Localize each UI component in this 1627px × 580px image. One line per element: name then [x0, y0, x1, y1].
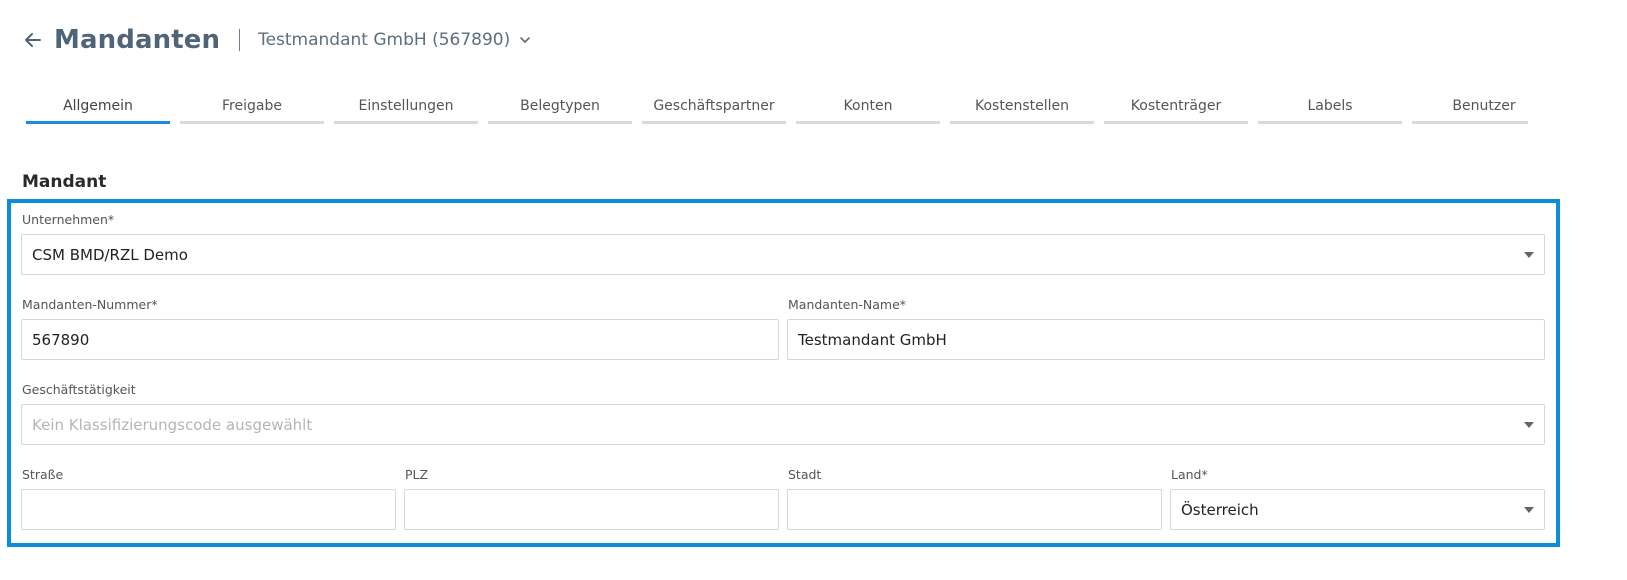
- arrow-left-icon[interactable]: [22, 29, 44, 51]
- caret-down-icon: [1524, 422, 1534, 428]
- tab-benutzer[interactable]: Benutzer: [1412, 96, 1528, 124]
- tab-kostentraeger[interactable]: Kostenträger: [1104, 96, 1248, 124]
- taetigkeit-placeholder: Kein Klassifizierungscode ausgewählt: [32, 415, 313, 434]
- tab-kostenstellen[interactable]: Kostenstellen: [950, 96, 1094, 124]
- plz-label: PLZ: [405, 467, 429, 482]
- tab-belegtypen[interactable]: Belegtypen: [488, 96, 632, 124]
- nummer-label: Mandanten-Nummer*: [22, 297, 158, 312]
- name-label: Mandanten-Name*: [788, 297, 907, 312]
- unternehmen-select[interactable]: CSM BMD/RZL Demo: [21, 234, 1545, 275]
- tab-bar: Allgemein Freigabe Einstellungen Belegty…: [26, 96, 1528, 124]
- section-title: Mandant: [22, 172, 107, 192]
- nummer-input[interactable]: 567890: [21, 319, 779, 360]
- strasse-label: Straße: [22, 467, 64, 482]
- taetigkeit-label: Geschäftstätigkeit: [22, 382, 136, 397]
- name-input[interactable]: Testmandant GmbH: [787, 319, 1545, 360]
- page-header: Mandanten Testmandant GmbH (567890): [22, 22, 531, 58]
- title-divider: [239, 29, 241, 51]
- plz-input[interactable]: [404, 489, 779, 530]
- unternehmen-label: Unternehmen*: [22, 212, 115, 227]
- tab-konten[interactable]: Konten: [796, 96, 940, 124]
- tab-geschaeftspartner[interactable]: Geschäftspartner: [642, 96, 786, 124]
- page: Mandanten Testmandant GmbH (567890) Allg…: [0, 0, 1627, 580]
- name-value: Testmandant GmbH: [798, 330, 947, 349]
- land-select[interactable]: Österreich: [1170, 489, 1545, 530]
- caret-down-icon: [1524, 507, 1534, 513]
- caret-down-icon: [1524, 252, 1534, 258]
- page-title: Mandanten: [54, 25, 221, 55]
- stadt-label: Stadt: [788, 467, 822, 482]
- client-switcher[interactable]: Testmandant GmbH (567890): [258, 30, 531, 50]
- tab-allgemein[interactable]: Allgemein: [26, 96, 170, 124]
- nummer-value: 567890: [32, 330, 90, 349]
- tab-einstellungen[interactable]: Einstellungen: [334, 96, 478, 124]
- unternehmen-value: CSM BMD/RZL Demo: [32, 245, 188, 264]
- stadt-input[interactable]: [787, 489, 1162, 530]
- taetigkeit-select[interactable]: Kein Klassifizierungscode ausgewählt: [21, 404, 1545, 445]
- land-value: Österreich: [1181, 500, 1259, 519]
- client-name: Testmandant GmbH (567890): [258, 30, 511, 50]
- land-label: Land*: [1171, 467, 1208, 482]
- chevron-down-icon: [519, 34, 531, 46]
- tab-labels[interactable]: Labels: [1258, 96, 1402, 124]
- tab-freigabe[interactable]: Freigabe: [180, 96, 324, 124]
- strasse-input[interactable]: [21, 489, 396, 530]
